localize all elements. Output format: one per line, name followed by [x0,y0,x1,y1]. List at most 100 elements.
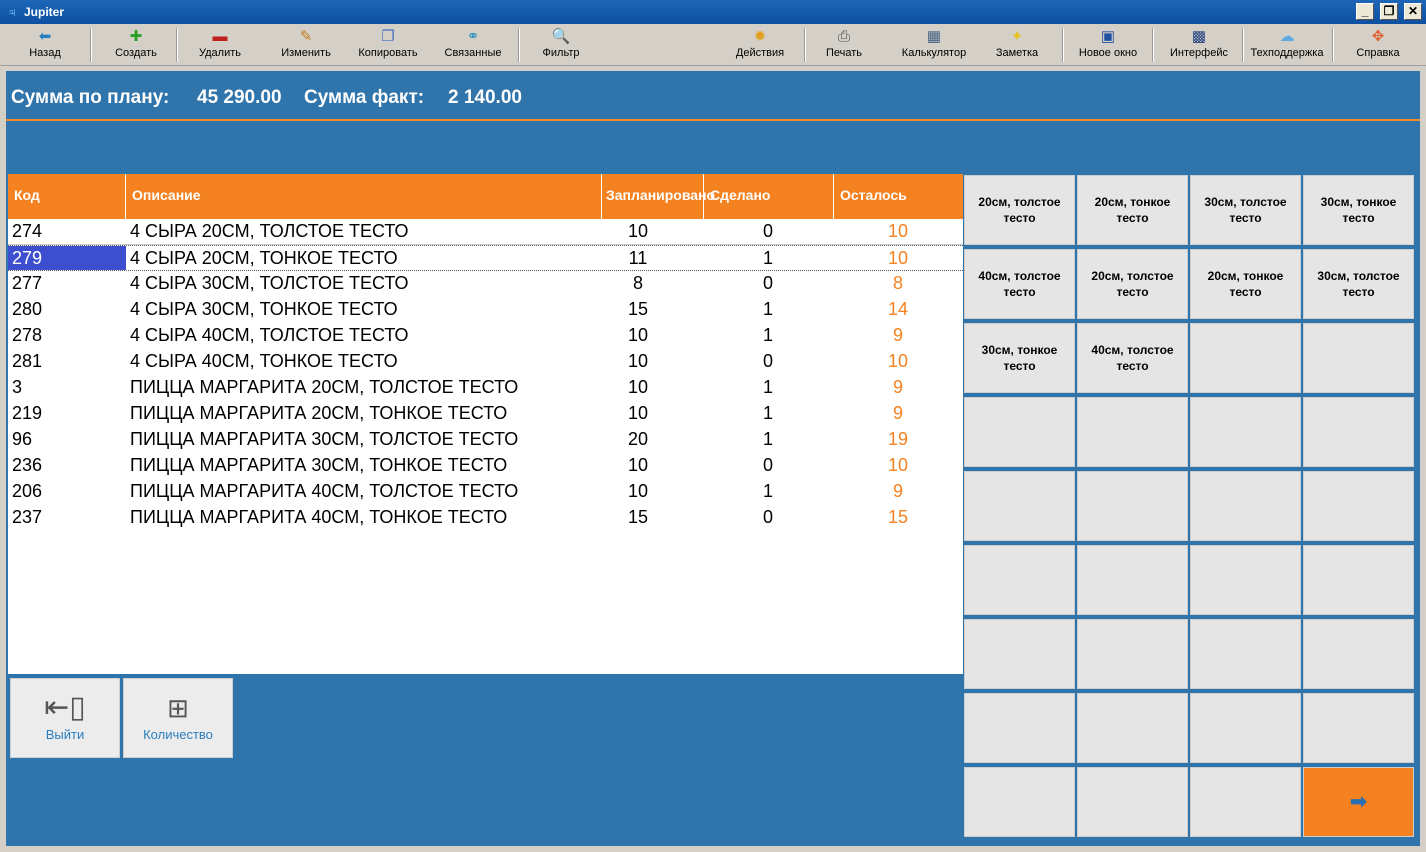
modifier-button[interactable] [1077,397,1188,467]
column-header-done[interactable]: Сделано [704,174,834,219]
cell-code: 236 [12,455,43,475]
toolbar-button-plus[interactable]: ✚ Создать [94,27,178,63]
cell-remaining: 10 [887,221,909,241]
cell-planned: 10 [627,481,649,501]
modifier-button[interactable]: 20см, тонкое тесто [1190,249,1301,319]
modifier-button[interactable] [1077,471,1188,541]
table-row[interactable]: 274 4 СЫРА 20СМ, ТОЛСТОЕ ТЕСТО 10 0 10 [8,219,963,245]
toolbar-button-new-window[interactable]: ▣ Новое окно [1066,27,1150,63]
toolbar-button-pencil[interactable]: ✎ Изменить [266,27,346,63]
cell-remaining: 9 [892,481,903,501]
modifier-button[interactable] [1303,323,1414,393]
gear-icon: ✹ [753,28,767,45]
modifier-button[interactable] [1303,397,1414,467]
content-area: Сумма по плану: 45 290.00 Сумма факт: 2 … [6,71,1420,846]
modifier-button[interactable] [964,471,1075,541]
modifier-button[interactable] [964,397,1075,467]
modifier-button[interactable] [1190,619,1301,689]
quantity-button[interactable]: ⊞ Количество [123,678,233,758]
minimize-button[interactable]: _ [1356,3,1374,20]
modifier-button[interactable] [1190,471,1301,541]
table-row[interactable]: 279 4 СЫРА 20СМ, ТОНКОЕ ТЕСТО 11 1 10 [8,245,963,271]
table-row[interactable]: 96 ПИЦЦА МАРГАРИТА 30СМ, ТОЛСТОЕ ТЕСТО 20 1… [8,427,963,453]
modifier-button[interactable] [1077,693,1188,763]
cell-description: ПИЦЦА МАРГАРИТА 40СМ, ТОЛСТОЕ ТЕСТО [130,481,519,501]
modifier-button[interactable]: 40см, толстое тесто [1077,323,1188,393]
toolbar-button-label: Интерфейс [1170,47,1228,59]
cell-remaining: 9 [892,325,903,345]
toolbar-button-calculator[interactable]: ▦ Калькулятор [892,27,976,63]
toolbar-separator [1332,28,1334,62]
toolbar-button-magnifier[interactable]: 🔍 Фильтр [524,27,598,63]
modifier-button[interactable] [1077,619,1188,689]
modifier-button[interactable] [1190,323,1301,393]
cell-code: 278 [12,325,43,345]
window-title: Jupiter [24,5,65,19]
modifier-button[interactable] [1077,767,1188,837]
cell-code: 274 [12,221,43,241]
table-row[interactable]: 219 ПИЦЦА МАРГАРИТА 20СМ, ТОНКОЕ ТЕСТО 10 1… [8,401,963,427]
cell-planned: 15 [627,507,649,527]
modifier-button[interactable]: 30см, тонкое тесто [1303,175,1414,245]
table-row[interactable]: 277 4 СЫРА 30СМ, ТОЛСТОЕ ТЕСТО 8 0 8 [8,271,963,297]
toolbar-button-gear[interactable]: ✹ Действия [720,27,800,63]
toolbar-button-interface[interactable]: ▩ Интерфейс [1156,27,1242,63]
cell-remaining: 8 [892,273,903,293]
toolbar-button-link[interactable]: ⚭ Связанные [438,27,508,63]
toolbar-button-help[interactable]: ✥ Справка [1336,27,1420,63]
modifier-button[interactable]: 30см, тонкое тесто [964,323,1075,393]
modifier-button[interactable] [964,545,1075,615]
modifier-button[interactable] [1190,767,1301,837]
modifier-button[interactable]: 30см, толстое тесто [1190,175,1301,245]
modifier-button[interactable]: 30см, толстое тесто [1303,249,1414,319]
cell-done: 1 [762,429,773,449]
table-row[interactable]: 206 ПИЦЦА МАРГАРИТА 40СМ, ТОЛСТОЕ ТЕСТО 10… [8,479,963,505]
cell-done: 0 [762,221,773,241]
table-row[interactable]: 281 4 СЫРА 40СМ, ТОНКОЕ ТЕСТО 10 0 10 [8,349,963,375]
modifier-button[interactable] [1190,397,1301,467]
modifier-button[interactable]: 20см, тонкое тесто [1077,175,1188,245]
exit-button[interactable]: ⇤▯ Выйти [10,678,120,758]
table-row[interactable]: 3 ПИЦЦА МАРГАРИТА 20СМ, ТОЛСТОЕ ТЕСТО 10 1 9 [8,375,963,401]
modifier-button[interactable] [1303,471,1414,541]
close-button[interactable]: ✕ [1404,3,1422,20]
link-icon: ⚭ [466,28,480,45]
toolbar-button-minus[interactable]: ▬ Удалить [180,27,260,63]
modifier-button[interactable] [1303,545,1414,615]
toolbar-button-printer[interactable]: ⎙ Печать [806,27,882,63]
toolbar: ⬅ Назад ✚ Создать ▬ Удалить ✎ Изменить ❐ Копирова… [0,24,1426,66]
modifier-button[interactable] [1190,693,1301,763]
main-frame: Сумма по плану: 45 290.00 Сумма факт: 2 … [0,66,1426,852]
restore-button[interactable]: ❐ [1380,3,1398,20]
modifier-button[interactable] [1303,693,1414,763]
exit-button-label: Выйти [45,727,85,742]
cell-planned: 11 [628,248,648,268]
toolbar-separator [176,28,178,62]
cell-remaining: 9 [892,377,903,397]
toolbar-button-support[interactable]: ☁ Техподдержка [1246,27,1328,63]
modifier-button[interactable]: 40см, толстое тесто [964,249,1075,319]
bulb-icon: ✦ [1010,28,1024,45]
table-row[interactable]: 278 4 СЫРА 40СМ, ТОЛСТОЕ ТЕСТО 10 1 9 [8,323,963,349]
modifier-button[interactable] [964,693,1075,763]
modifier-button[interactable] [964,767,1075,837]
column-header-code[interactable]: Код [8,174,126,219]
toolbar-button-back-arrow[interactable]: ⬅ Назад [8,27,82,63]
column-header-remaining[interactable]: Осталось [834,174,963,219]
modifier-button[interactable]: 20см, толстое тесто [964,175,1075,245]
modifier-button[interactable] [964,619,1075,689]
column-header-description[interactable]: Описание [126,174,602,219]
modifier-button[interactable] [1303,619,1414,689]
toolbar-button-copy[interactable]: ❐ Копировать [352,27,424,63]
table-row[interactable]: 236 ПИЦЦА МАРГАРИТА 30СМ, ТОНКОЕ ТЕСТО 10 0… [8,453,963,479]
table-row[interactable]: 237 ПИЦЦА МАРГАРИТА 40СМ, ТОНКОЕ ТЕСТО 15 0… [8,505,963,531]
toolbar-button-label: Действия [735,47,785,59]
table-row[interactable]: 280 4 СЫРА 30СМ, ТОНКОЕ ТЕСТО 15 1 14 [8,297,963,323]
toolbar-button-bulb[interactable]: ✦ Заметка [980,27,1054,63]
next-page-button[interactable]: ➡ [1303,767,1414,837]
modifier-button[interactable] [1190,545,1301,615]
plan-sum-value: 45 290.00 [197,87,282,108]
modifier-button[interactable]: 20см, толстое тесто [1077,249,1188,319]
column-header-planned[interactable]: Запланировано [602,174,715,219]
modifier-button[interactable] [1077,545,1188,615]
